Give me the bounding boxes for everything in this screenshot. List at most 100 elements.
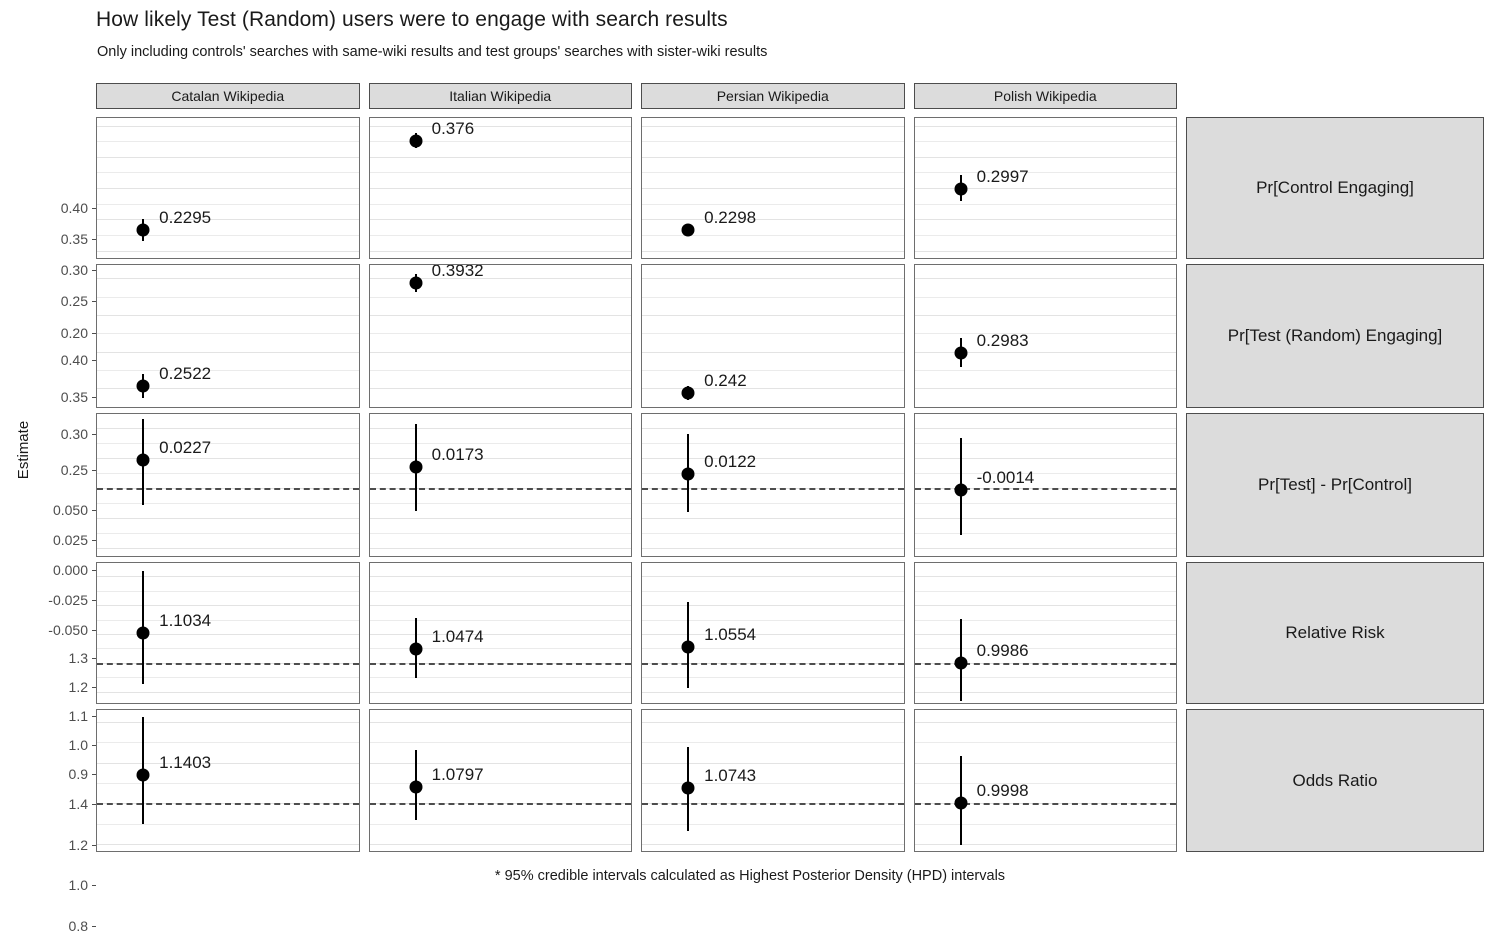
y-tick-label: 1.0 [68,736,88,753]
gridline [914,742,1176,744]
gridline [914,388,1176,390]
gridline [97,823,359,825]
gridline [369,428,631,430]
gridline [97,783,359,785]
estimate-value-label: 0.0173 [431,444,484,464]
gridline [642,370,904,372]
gridline [914,406,1176,407]
gridline [914,648,1176,650]
gridline [642,406,904,407]
gridline [914,141,1176,143]
facet-panel-r5-c1: 1.1403 [96,709,360,852]
gridline [97,619,359,621]
gridline [369,333,631,335]
gridline [369,443,631,445]
gridline [642,443,904,445]
y-tick-label: 0.40 [60,352,88,369]
gridline [914,428,1176,430]
gridline [97,473,359,475]
gridline [97,333,359,335]
gridline [97,219,359,221]
gridline [914,722,1176,724]
y-tick-label: 0.25 [60,462,88,479]
facet-panel-r4-c4: 0.9986 [913,562,1177,704]
facet-panel-r2-c3: 0.242 [641,264,905,408]
gridline [914,234,1176,236]
gridline [369,388,631,390]
gridline [97,172,359,174]
estimate-value-label: 0.376 [431,118,475,138]
gridline [914,590,1176,592]
gridline [97,443,359,445]
gridline [369,370,631,372]
estimate-value-label: 1.0743 [704,766,757,786]
y-tick-label: 0.30 [60,425,88,442]
estimate-value-label: 1.0474 [431,627,484,647]
estimate-point [409,276,423,290]
y-axis-tick-layer: 0.40 0.35 0.30 0.25 0.20 0.40 0.35 0.30 0.25 0.05… [0,83,96,934]
gridline [97,314,359,316]
gridline [369,691,631,693]
y-tick-label: 0.9 [68,765,88,782]
gridline [914,619,1176,621]
gridline [97,518,359,520]
estimate-point [954,656,968,670]
estimate-value-label: 1.1403 [159,752,212,772]
facet-panel-r2-c1: 0.2522 [96,264,360,408]
gridline [97,503,359,505]
gridline [642,428,904,430]
estimate-point [954,483,968,497]
y-tick-label: -0.025 [48,592,88,609]
gridline [369,250,631,252]
facet-panel-r3-c2: 0.0173 [368,413,632,557]
y-tick-label: 0.35 [60,230,88,247]
estimate-point [136,768,150,782]
gridline [914,691,1176,693]
gridline [97,406,359,407]
gridline [97,203,359,205]
y-tick-label: 1.3 [68,650,88,667]
gridline [642,156,904,158]
gridline [97,548,359,550]
gridline [369,619,631,621]
estimate-value-label: 0.2295 [159,208,212,228]
facet-panel-r1-c4: 0.2997 [913,117,1177,259]
gridline [914,634,1176,635]
gridline [642,518,904,520]
estimate-value-label: 1.1034 [159,610,212,630]
estimate-value-label: 0.3932 [431,264,484,281]
estimate-value-label: -0.0014 [976,468,1035,488]
estimate-value-label: 0.2997 [976,166,1029,186]
gridline [914,203,1176,205]
gridline [642,278,904,280]
gridline [914,533,1176,535]
gridline [97,590,359,592]
gridline [369,843,631,845]
gridline [369,188,631,190]
gridline [369,576,631,578]
estimate-point [681,223,695,237]
gridline [97,141,359,143]
y-tick-label: 0.8 [68,917,88,934]
estimate-point [409,134,423,148]
facet-column-header-3: Persian Wikipedia [641,83,905,109]
gridline [642,634,904,635]
gridline [642,125,904,127]
gridline [914,156,1176,158]
facet-row-strip-5: Odds Ratio [1186,709,1484,852]
reference-line [642,803,904,806]
facet-row-strip-3: Pr[Test] - Pr[Control] [1186,413,1484,557]
reference-line [642,662,904,665]
gridline [369,823,631,825]
gridline [369,518,631,520]
gridline [369,234,631,236]
gridline [97,533,359,535]
y-tick-label: 1.1 [68,708,88,724]
gridline [97,125,359,127]
gridline [914,503,1176,505]
y-tick-label: 1.2 [68,679,88,696]
gridline [642,691,904,693]
gridline [914,296,1176,298]
gridline [642,172,904,174]
gridline [642,619,904,621]
